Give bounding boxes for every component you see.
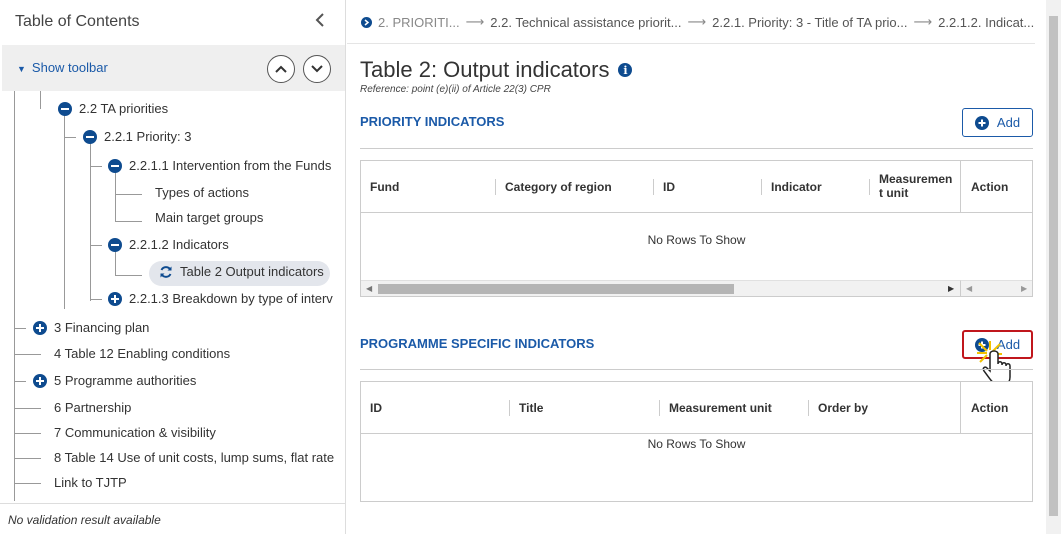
toc-item-enabling-conditions[interactable]: 4 Table 12 Enabling conditions (54, 344, 230, 364)
column-header-action[interactable]: Action (971, 401, 1008, 415)
arrow-right-icon: ⟶ (465, 14, 485, 29)
chevron-up-icon (275, 65, 287, 73)
column-header-measurement-unit[interactable]: Measurement unit (669, 401, 772, 415)
breadcrumb-item[interactable]: 2.2. Technical assistance priorit... (490, 15, 681, 30)
action-scrollbar[interactable]: ◀ ▶ (960, 280, 1032, 296)
breadcrumb-item[interactable]: 2. PRIORITI... (378, 15, 460, 30)
chevron-right-icon (361, 16, 372, 28)
column-header-id[interactable]: ID (663, 180, 675, 194)
show-toolbar-label: Show toolbar (31, 60, 108, 75)
scrollbar-thumb[interactable] (378, 284, 734, 294)
toc-tree: 2.2 TA priorities 2.2.1 Priority: 3 2.2.… (0, 91, 345, 501)
add-priority-indicator-button[interactable]: Add (962, 108, 1033, 137)
toc-item-programme-authorities[interactable]: 5 Programme authorities (33, 371, 196, 391)
programme-indicators-title: PROGRAMME SPECIFIC INDICATORS (360, 336, 595, 351)
reference-text: Reference: point (e)(ii) of Article 22(3… (360, 84, 551, 95)
column-header-fund[interactable]: Fund (370, 180, 399, 194)
scrollbar-thumb[interactable] (1049, 16, 1058, 516)
priority-indicators-grid: Fund Category of region ID Indicator Mea… (360, 160, 1033, 297)
column-header-title[interactable]: Title (519, 401, 543, 415)
plus-icon[interactable] (33, 321, 47, 335)
show-toolbar-toggle[interactable]: ▼ Show toolbar (17, 60, 108, 75)
column-header-category-of-region[interactable]: Category of region (505, 180, 612, 194)
toc-item-unit-costs[interactable]: 8 Table 14 Use of unit costs, lump sums,… (54, 448, 334, 468)
grid-header: Fund Category of region ID Indicator Mea… (361, 161, 1032, 213)
refresh-icon (160, 266, 172, 278)
column-header-measurement-unit[interactable]: Measuremen t unit (879, 172, 955, 200)
arrow-right-icon: ⟶ (687, 14, 707, 29)
toc-item-breakdown[interactable]: 2.2.1.3 Breakdown by type of interv (108, 289, 333, 309)
column-header-order-by[interactable]: Order by (818, 401, 868, 415)
priority-indicators-title: PRIORITY INDICATORS (360, 114, 505, 129)
scroll-left-icon[interactable]: ◀ (966, 284, 972, 293)
breadcrumb-item[interactable]: 2.2.1.2. Indicat... (938, 15, 1034, 30)
toc-item-types-of-actions[interactable]: Types of actions (155, 183, 249, 203)
toolbar-row: ▼ Show toolbar (2, 45, 345, 91)
arrow-right-icon: ⟶ (913, 14, 933, 29)
no-rows-text: No Rows To Show (647, 233, 746, 247)
programme-indicators-grid: ID Title Measurement unit Order by Actio… (360, 381, 1033, 502)
plus-circle-icon (974, 115, 989, 130)
main-content: 2. PRIORITI... ⟶ 2.2. Technical assistan… (347, 0, 1045, 534)
column-header-indicator[interactable]: Indicator (771, 180, 822, 194)
column-header-id[interactable]: ID (370, 401, 382, 415)
plus-icon[interactable] (33, 374, 47, 388)
scroll-left-icon[interactable]: ◀ (366, 284, 372, 293)
toc-item-ta-priorities[interactable]: 2.2 TA priorities (58, 99, 168, 119)
grid-header: ID Title Measurement unit Order by Actio… (361, 382, 1032, 434)
toc-item-communication[interactable]: 7 Communication & visibility (54, 423, 216, 443)
toc-panel: Table of Contents ▼ Show toolbar 2.2 TA … (0, 0, 346, 534)
breadcrumb: 2. PRIORITI... ⟶ 2.2. Technical assistan… (361, 14, 1034, 30)
validation-status-bar: No validation result available (0, 503, 345, 534)
scroll-right-icon[interactable]: ▶ (1021, 284, 1027, 293)
toc-item-link-tjtp[interactable]: Link to TJTP (54, 473, 127, 493)
caret-down-icon: ▼ (17, 64, 26, 74)
toc-item-partnership[interactable]: 6 Partnership (54, 398, 131, 418)
toc-item-main-target-groups[interactable]: Main target groups (155, 208, 263, 228)
toc-item-financing-plan[interactable]: 3 Financing plan (33, 318, 149, 338)
toc-item-intervention[interactable]: 2.2.1.1 Intervention from the Funds (108, 156, 331, 176)
page-scrollbar[interactable] (1046, 0, 1061, 534)
toc-item-priority-3[interactable]: 2.2.1 Priority: 3 (83, 127, 191, 147)
column-header-action[interactable]: Action (971, 180, 1008, 194)
minus-icon[interactable] (83, 130, 97, 144)
page-title: Table 2: Output indicators i (360, 57, 633, 83)
chevron-down-icon (311, 65, 323, 73)
collapse-panel-icon[interactable] (315, 12, 325, 33)
scroll-right-icon[interactable]: ▶ (948, 284, 954, 293)
expand-up-button[interactable] (267, 55, 295, 83)
info-icon[interactable]: i (618, 63, 633, 77)
no-rows-text: No Rows To Show (647, 437, 746, 451)
toc-title: Table of Contents (15, 13, 140, 30)
plus-icon[interactable] (108, 292, 122, 306)
minus-icon[interactable] (108, 238, 122, 252)
validation-status-text: No validation result available (8, 513, 161, 527)
minus-icon[interactable] (58, 102, 72, 116)
minus-icon[interactable] (108, 159, 122, 173)
expand-down-button[interactable] (303, 55, 331, 83)
horizontal-scrollbar[interactable]: ◀ ▶ (361, 280, 960, 296)
toc-item-indicators[interactable]: 2.2.1.2 Indicators (108, 235, 229, 255)
breadcrumb-item[interactable]: 2.2.1. Priority: 3 - Title of TA prio... (712, 15, 907, 30)
toc-item-output-indicators[interactable]: Table 2 Output indicators (159, 262, 324, 282)
